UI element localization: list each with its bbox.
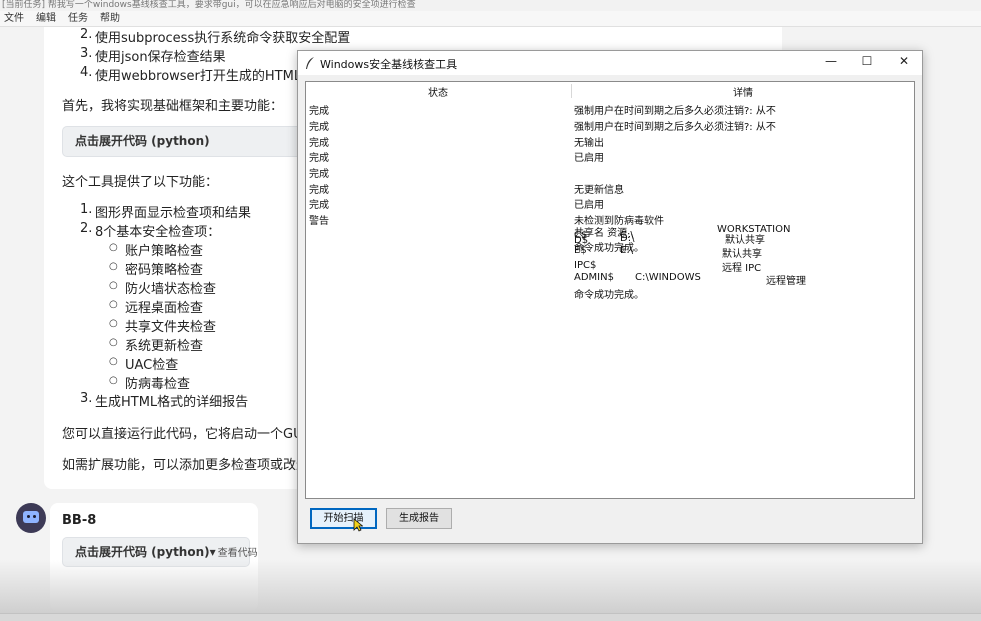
list-item-number: 2. xyxy=(80,27,93,42)
app-title-bar: [当前任务] 帮我写一个windows基线核查工具，要求带gui，可以在应急响应… xyxy=(0,0,981,11)
bot-name: BB-8 xyxy=(62,513,97,528)
check-item: 防火墙状态检查 xyxy=(125,282,217,297)
maximize-icon[interactable]: ☐ xyxy=(852,54,882,72)
check-item: 共享文件夹检查 xyxy=(125,320,217,335)
check-item: 系统更新检查 xyxy=(125,339,204,354)
window-title: Windows安全基线核查工具 xyxy=(320,58,458,71)
window-titlebar[interactable]: Windows安全基线核查工具 — ☐ ✕ xyxy=(298,51,922,75)
row-detail[interactable]: 已启用 xyxy=(574,196,604,211)
check-item: 密码策略检查 xyxy=(125,263,204,278)
row-status[interactable]: 完成 xyxy=(309,181,329,196)
column-divider[interactable] xyxy=(571,84,572,98)
list-item-number: 3. xyxy=(80,46,93,61)
list-item: 使用webbrowser打开生成的HTML报告 xyxy=(95,69,328,84)
close-icon[interactable]: ✕ xyxy=(889,54,919,72)
status-bar xyxy=(0,613,981,621)
list-item: 使用json保存检查结果 xyxy=(95,50,226,65)
share-output-remark: 远程管理 xyxy=(766,276,806,287)
list-item-number: 2. xyxy=(80,221,93,236)
view-code-link[interactable]: 查看代码 xyxy=(218,548,258,559)
list-item-number: 1. xyxy=(80,202,93,217)
list-item: 生成HTML格式的详细报告 xyxy=(95,395,249,410)
row-status[interactable]: 完成 xyxy=(309,134,329,149)
baseline-tool-window: Windows安全基线核查工具 — ☐ ✕ 状态 详情 完成 强制用户在时间到期… xyxy=(297,50,923,544)
column-header-status[interactable]: 状态 xyxy=(428,84,448,99)
generate-report-button[interactable]: 生成报告 xyxy=(386,508,452,529)
check-item: UAC检查 xyxy=(125,358,179,373)
app-title: [当前任务] 帮我写一个windows基线核查工具，要求带gui，可以在应急响应… xyxy=(2,0,416,10)
mouse-cursor-icon xyxy=(353,518,363,532)
minimize-icon[interactable]: — xyxy=(816,54,846,72)
intro-text: 首先，我将实现基础框架和主要功能： xyxy=(62,99,284,114)
robot-icon xyxy=(23,511,39,523)
row-status[interactable]: 完成 xyxy=(309,102,329,117)
row-status[interactable]: 完成 xyxy=(309,196,329,211)
bot-code-label: 点击展开代码 (python)▾ xyxy=(75,545,216,559)
list-item-number: 3. xyxy=(80,391,93,406)
row-detail[interactable]: 无输出 xyxy=(574,134,604,149)
results-table[interactable]: 状态 详情 完成 强制用户在时间到期之后多久必须注销?: 从不 完成 强制用户在… xyxy=(305,81,915,499)
row-detail[interactable]: 已启用 xyxy=(574,149,604,164)
row-detail[interactable]: 强制用户在时间到期之后多久必须注销?: 从不 xyxy=(574,102,776,117)
start-scan-button[interactable]: 开始扫描 xyxy=(310,508,377,529)
check-item: 防病毒检查 xyxy=(125,377,191,392)
bullet-icon: ○ xyxy=(109,242,118,253)
menu-file[interactable]: 文件 xyxy=(4,11,24,26)
menu-edit[interactable]: 编辑 xyxy=(36,11,56,26)
bullet-icon: ○ xyxy=(109,375,118,386)
menu-bar: 文件 编辑 任务 帮助 xyxy=(0,11,981,27)
row-status[interactable]: 完成 xyxy=(309,165,329,180)
share-output-path: E:\ xyxy=(620,245,634,256)
list-item-number: 4. xyxy=(80,65,93,80)
check-item: 远程桌面检查 xyxy=(125,301,204,316)
bullet-icon: ○ xyxy=(109,318,118,329)
row-detail[interactable]: 无更新信息 xyxy=(574,181,624,196)
robot-eye-icon xyxy=(33,515,36,518)
robot-eye-icon xyxy=(27,515,30,518)
bullet-icon: ○ xyxy=(109,280,118,291)
share-output-status: 命令成功完成。 xyxy=(574,290,644,301)
extend-note: 如需扩展功能，可以添加更多检查项或改进 xyxy=(62,458,310,473)
bullet-icon: ○ xyxy=(109,261,118,272)
bullet-icon: ○ xyxy=(109,356,118,367)
share-output-name: E$ xyxy=(574,245,587,256)
share-output-remark: 远程 IPC xyxy=(722,263,762,274)
row-status[interactable]: 完成 xyxy=(309,149,329,164)
bullet-icon: ○ xyxy=(109,337,118,348)
menu-task[interactable]: 任务 xyxy=(68,11,88,26)
column-header-detail[interactable]: 详情 xyxy=(733,84,753,99)
bottom-fade xyxy=(0,560,981,613)
share-output-remark: 默认共享 xyxy=(725,235,765,246)
list-item: 图形界面显示检查项和结果 xyxy=(95,206,252,221)
list-item: 8个基本安全检查项： xyxy=(95,225,221,240)
share-output-remark: 默认共享 xyxy=(722,249,762,260)
feather-icon xyxy=(306,57,314,69)
bullet-icon: ○ xyxy=(109,299,118,310)
row-status-warning[interactable]: 警告 xyxy=(309,212,329,227)
row-status[interactable]: 完成 xyxy=(309,118,329,133)
share-output-name: ADMIN$ xyxy=(574,272,614,283)
list-item: 使用subprocess执行系统命令获取安全配置 xyxy=(95,31,351,46)
share-output-name: IPC$ xyxy=(574,260,597,271)
run-note: 您可以直接运行此代码，它将启动一个GUI xyxy=(62,427,307,442)
row-detail[interactable]: 强制用户在时间到期之后多久必须注销?: 从不 xyxy=(574,118,776,133)
bot-avatar xyxy=(16,503,46,533)
menu-help[interactable]: 帮助 xyxy=(100,11,120,26)
features-intro: 这个工具提供了以下功能： xyxy=(62,175,219,190)
share-output-path: C:\WINDOWS xyxy=(635,272,701,283)
check-item: 账户策略检查 xyxy=(125,244,204,259)
